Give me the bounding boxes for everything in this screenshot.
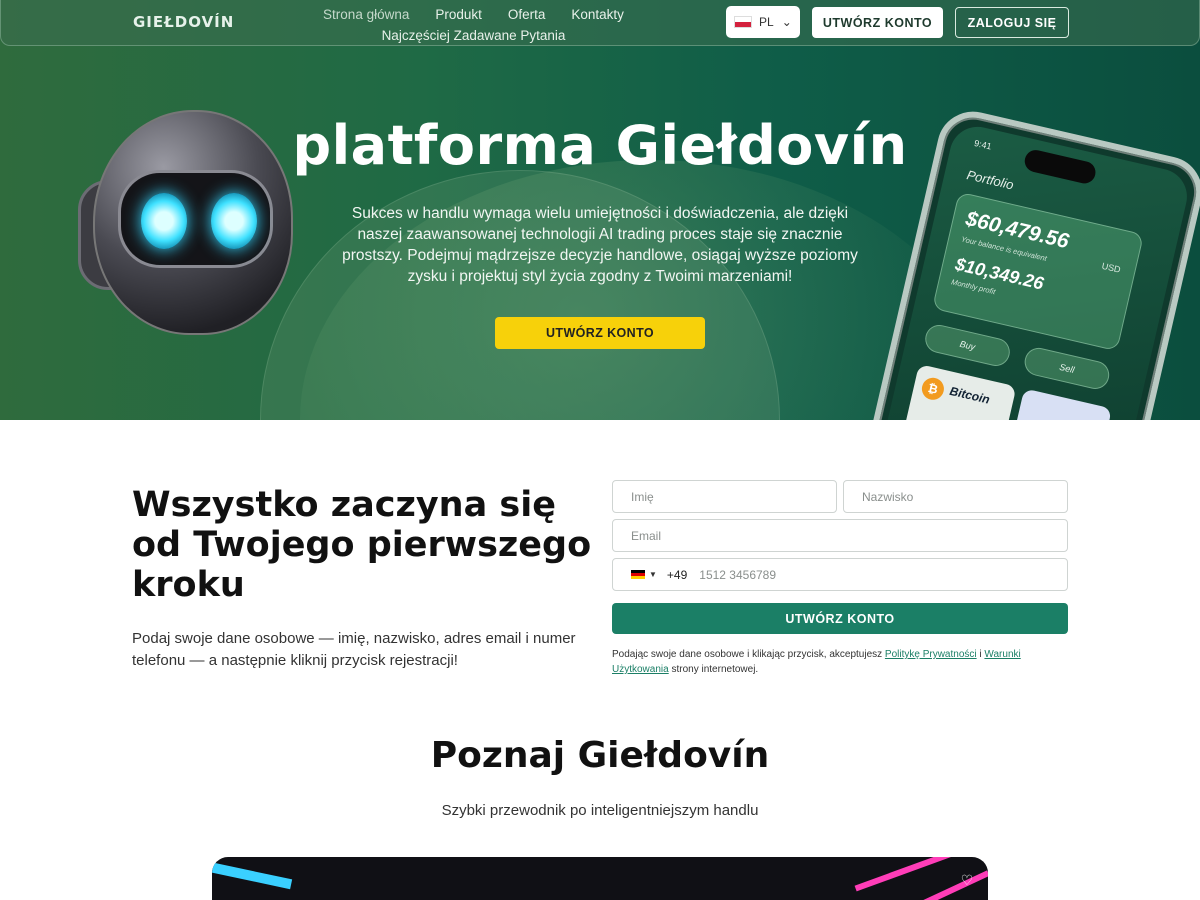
bitcoin-icon: ₿ [919,375,947,402]
registration-title: Wszystko zaczyna się od Twojego pierwsze… [132,485,592,605]
email-field[interactable]: Email [612,519,1068,552]
phone-coin-name: Bitcoin [948,383,992,407]
terms-notice: Podając swoje dane osobowe i klikając pr… [612,647,1068,677]
main-nav: Strona główna Produkt Oferta Kontakty Najcz… [301,4,646,46]
terms-prefix: Podając swoje dane osobowe i klikając pr… [612,649,883,660]
last-name-field[interactable]: Nazwisko [843,480,1068,513]
privacy-policy-link[interactable]: Politykę Prywatności [885,649,977,660]
language-code: PL [759,15,774,29]
robot-eye-right [211,193,257,249]
meet-subtitle: Szybki przewodnik po inteligentniejszym … [441,802,759,819]
phone-buy-button: Buy [922,322,1013,369]
phone-country-code: +49 [666,567,688,582]
phone-time: 9:41 [973,137,993,152]
nav-item-faq[interactable]: Najczęściej Zadawane Pytania [382,28,566,43]
hero-description: Sukces w handlu wymaga wielu umiejętnośc… [342,205,858,285]
hero-title: platforma Giełdovín [292,114,908,177]
phone-coin-card: ₿ Bitcoin [903,364,1017,420]
robot-visor [118,170,273,268]
login-button[interactable]: ZALOGUJ SIĘ [955,7,1069,38]
phone-currency: USD [1100,260,1122,275]
header-create-account-button[interactable]: UTWÓRZ KONTO [812,7,943,38]
phone-balance-card: $60,479.56 Your balance is equivalent US… [931,191,1145,352]
phone-field[interactable]: ▼ +49 1512 3456789 [612,558,1068,591]
first-name-placeholder: Imię [631,489,654,504]
email-placeholder: Email [631,528,662,543]
robot-illustration [78,110,298,340]
hero-section: platforma Giełdovín Sukces w handlu wyma… [0,0,1200,420]
phone-coin-card-2 [1008,388,1113,420]
poland-flag-icon [734,16,752,28]
nav-item-contacts[interactable]: Kontakty [571,7,624,22]
video-preview[interactable] [212,857,988,900]
nav-item-product[interactable]: Produkt [435,7,482,22]
country-dropdown-icon[interactable]: ▼ [649,570,657,579]
terms-suffix: strony internetowej. [671,664,759,675]
phone-sell-button: Sell [1021,345,1112,392]
nav-item-offer[interactable]: Oferta [508,7,546,22]
phone-notch [1022,147,1098,186]
hero-create-account-button[interactable]: UTWÓRZ KONTO [495,317,705,349]
phone-placeholder: 1512 3456789 [699,567,777,582]
heart-icon[interactable]: ♡ [957,870,977,890]
last-name-placeholder: Nazwisko [862,489,914,504]
germany-flag-icon[interactable] [631,570,645,579]
site-logo[interactable]: GIEŁDOVÍN [133,13,234,31]
meet-title: Poznaj Giełdovín [430,735,770,776]
video-light-stripe [212,862,293,890]
phone-portfolio-label: Portfolio [965,167,1016,193]
register-submit-button[interactable]: UTWÓRZ KONTO [612,603,1068,634]
terms-and: i [979,649,982,660]
language-selector[interactable]: PL ⌄ [726,6,800,38]
registration-description: Podaj swoje dane osobowe — imię, nazwisk… [132,630,576,669]
site-header: GIEŁDOVÍN Strona główna Produkt Oferta Kont… [0,0,1200,46]
robot-eye-left [141,193,187,249]
chevron-down-icon: ⌄ [781,15,792,29]
nav-item-home[interactable]: Strona główna [323,7,409,22]
first-name-field[interactable]: Imię [612,480,837,513]
phone-screen: 9:41 Portfolio $60,479.56 Your balance i… [877,121,1193,420]
